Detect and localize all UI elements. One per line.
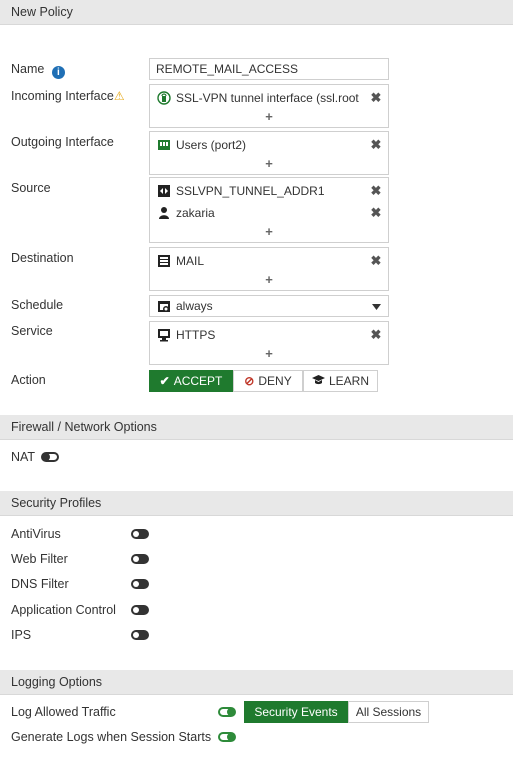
source-label: Source <box>11 181 51 195</box>
ips-label: IPS <box>11 628 32 642</box>
firewall-section-header: Firewall / Network Options <box>0 415 513 440</box>
log-all-sessions-button[interactable]: All Sessions <box>348 701 429 723</box>
web-filter-toggle[interactable] <box>131 554 149 564</box>
accept-button[interactable]: ✔ ACCEPT <box>149 370 233 392</box>
name-label: Name i <box>11 62 65 79</box>
incoming-interface-field[interactable]: SSL-VPN tunnel interface (ssl.root ✖ + <box>149 84 389 128</box>
schedule-selected: always <box>157 297 382 315</box>
destination-item: MAIL ✖ <box>157 252 382 270</box>
page-title: New Policy <box>11 5 73 19</box>
application-control-toggle[interactable] <box>131 605 149 615</box>
ips-toggle[interactable] <box>131 630 149 640</box>
service-label: Service <box>11 324 53 338</box>
source-field[interactable]: SSLVPN_TUNNEL_ADDR1 ✖ zakaria ✖ + <box>149 177 389 243</box>
deny-circle-icon: ⊘ <box>244 374 255 388</box>
checkmark-icon: ✔ <box>159 374 170 388</box>
add-outgoing-interface-button[interactable]: + <box>150 156 388 171</box>
add-source-button[interactable]: + <box>150 224 388 239</box>
outgoing-interface-field[interactable]: Users (port2) ✖ + <box>149 131 389 175</box>
address-icon <box>157 184 171 198</box>
schedule-icon <box>157 299 171 313</box>
nat-label: NAT <box>11 450 36 464</box>
incoming-interface-item: SSL-VPN tunnel interface (ssl.root ✖ <box>157 89 382 107</box>
server-address-icon <box>157 254 171 268</box>
remove-source-address-icon[interactable]: ✖ <box>370 183 382 199</box>
destination-field[interactable]: MAIL ✖ + <box>149 247 389 291</box>
add-incoming-interface-button[interactable]: + <box>150 109 388 124</box>
dns-filter-toggle[interactable] <box>131 579 149 589</box>
user-icon <box>157 206 171 220</box>
add-destination-button[interactable]: + <box>150 272 388 287</box>
schedule-label: Schedule <box>11 298 64 312</box>
remove-source-user-icon[interactable]: ✖ <box>370 205 382 221</box>
service-item: HTTPS ✖ <box>157 326 382 344</box>
action-label: Action <box>11 373 46 387</box>
outgoing-interface-label: Outgoing Interface <box>11 135 114 149</box>
service-field[interactable]: HTTPS ✖ + <box>149 321 389 365</box>
learn-button[interactable]: LEARN <box>303 370 378 392</box>
add-service-button[interactable]: + <box>150 346 388 361</box>
log-allowed-traffic-label: Log Allowed Traffic <box>11 705 116 719</box>
info-circle-icon[interactable]: i <box>51 66 65 79</box>
deny-button[interactable]: ⊘ DENY <box>233 370 303 392</box>
security-section-header: Security Profiles <box>0 491 513 516</box>
log-allowed-traffic-toggle[interactable] <box>218 707 236 717</box>
name-input-value: REMOTE_MAIL_ACCESS <box>156 62 299 76</box>
outgoing-interface-item: Users (port2) ✖ <box>157 136 382 154</box>
source-item-user: zakaria ✖ <box>157 204 382 222</box>
antivirus-label: AntiVirus <box>11 527 61 541</box>
antivirus-toggle[interactable] <box>131 529 149 539</box>
warning-icon: ⚠ <box>113 89 125 103</box>
source-item-address: SSLVPN_TUNNEL_ADDR1 ✖ <box>157 182 382 200</box>
destination-label: Destination <box>11 251 74 265</box>
web-filter-label: Web Filter <box>11 552 68 566</box>
name-input[interactable]: REMOTE_MAIL_ACCESS <box>149 58 389 80</box>
dns-filter-label: DNS Filter <box>11 577 69 591</box>
network-port-icon <box>157 138 171 152</box>
schedule-select[interactable]: always <box>149 295 389 317</box>
incoming-interface-label: Incoming Interface⚠ <box>11 89 125 103</box>
application-control-label: Application Control <box>11 603 116 617</box>
page-title-bar: New Policy <box>0 0 513 25</box>
remove-outgoing-interface-icon[interactable]: ✖ <box>370 137 382 153</box>
remove-service-icon[interactable]: ✖ <box>370 327 382 343</box>
service-icon <box>157 328 171 342</box>
nat-toggle[interactable] <box>41 452 59 462</box>
remove-incoming-interface-icon[interactable]: ✖ <box>370 90 382 106</box>
remove-destination-icon[interactable]: ✖ <box>370 253 382 269</box>
logging-section-header: Logging Options <box>0 670 513 695</box>
log-security-events-button[interactable]: Security Events <box>244 701 348 723</box>
generate-logs-session-start-label: Generate Logs when Session Starts <box>11 730 212 744</box>
chevron-down-icon[interactable] <box>370 299 382 313</box>
ssl-vpn-tunnel-icon <box>157 91 171 105</box>
graduation-cap-icon <box>311 374 325 388</box>
generate-logs-session-start-toggle[interactable] <box>218 732 236 742</box>
